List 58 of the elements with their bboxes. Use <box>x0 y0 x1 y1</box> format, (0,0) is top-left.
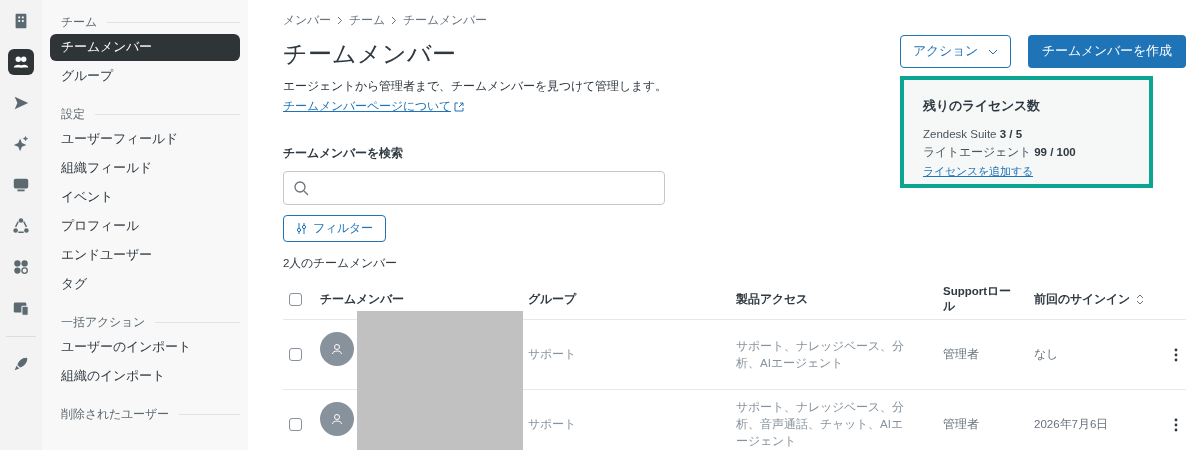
page-description: エージェントから管理者まで、チームメンバーを見つけて管理します。 <box>283 78 667 95</box>
section-heading: 削除されたユーザー <box>61 405 169 423</box>
license-count: ライトエージェント 99 / 100 <box>923 145 1077 160</box>
column-header: チームメンバー <box>320 291 404 307</box>
filter-button[interactable]: フィルター <box>283 215 386 242</box>
breadcrumb-item[interactable]: メンバー <box>283 12 331 29</box>
license-title: 残りのライセンス数 <box>923 98 1041 115</box>
column-header: 製品アクセス <box>736 291 808 307</box>
search-icon <box>294 180 309 196</box>
select-all-checkbox[interactable] <box>289 292 302 306</box>
row-checkbox[interactable] <box>289 348 302 361</box>
sidebar-item[interactable]: チームメンバー <box>50 34 240 61</box>
breadcrumb-item: チームメンバー <box>403 12 487 29</box>
sort-icon[interactable] <box>1136 293 1144 305</box>
page-title: チームメンバー <box>283 39 457 69</box>
table-cell-text: サポート <box>528 417 577 432</box>
section-heading: 一括アクション <box>61 313 145 331</box>
sidebar-item[interactable]: ユーザーのインポート <box>50 334 240 361</box>
sidebar-item[interactable]: 組織のインポート <box>50 363 240 390</box>
people-icon[interactable] <box>8 49 34 75</box>
table-cell-text: なし <box>1034 347 1059 362</box>
table-cell-text: サポート、ナレッジベース、分析、AIエージェント <box>736 338 905 371</box>
sidebar-item[interactable]: グループ <box>50 63 240 90</box>
create-member-button[interactable]: チームメンバーを作成 <box>1028 35 1186 68</box>
external-link-icon <box>454 101 464 112</box>
section-heading: 設定 <box>61 105 85 123</box>
more-icon[interactable] <box>1174 417 1178 432</box>
chevron-icon <box>391 16 397 25</box>
table-cell-text: 管理者 <box>943 347 980 362</box>
sidebar-item[interactable]: プロフィール <box>50 213 240 240</box>
table-cell-text: サポート、ナレッジベース、分析、音声通話、チャット、AIエージェント <box>736 400 905 449</box>
avatar-icon <box>320 331 354 366</box>
avatar-icon <box>320 401 354 436</box>
sidebar-item[interactable]: タグ <box>50 271 240 298</box>
add-license-link[interactable]: ライセンスを追加する <box>923 164 1033 179</box>
table-cell-text: サポート <box>528 347 577 362</box>
table-cell-text: 管理者 <box>943 417 980 432</box>
member-count: 2人のチームメンバー <box>283 256 399 271</box>
sidebar-item[interactable]: イベント <box>50 184 240 211</box>
breadcrumb-item[interactable]: チーム <box>349 12 385 29</box>
action-menu-button[interactable]: アクション <box>900 35 1011 68</box>
more-icon[interactable] <box>1174 347 1178 362</box>
chevron-icon <box>337 16 343 25</box>
sliders-icon <box>296 223 307 234</box>
license-count: Zendesk Suite 3 / 5 <box>923 127 1024 142</box>
chevron-down-icon <box>988 48 998 55</box>
column-header: Supportロール <box>943 284 1012 314</box>
column-header: グループ <box>528 291 576 307</box>
section-heading: チーム <box>61 13 97 31</box>
sidebar-item[interactable]: エンドユーザー <box>50 242 240 269</box>
help-link[interactable]: チームメンバーページについて <box>283 98 451 115</box>
search-label: チームメンバーを検索 <box>283 145 404 162</box>
sidebar-item[interactable]: ユーザーフィールド <box>50 126 240 153</box>
search-field[interactable] <box>283 171 665 205</box>
row-checkbox[interactable] <box>289 418 302 431</box>
sidebar-item[interactable]: 組織フィールド <box>50 155 240 182</box>
column-header[interactable]: 前回のサインイン <box>1034 291 1130 307</box>
table-cell-text: 2026年7月6日 <box>1034 417 1110 432</box>
